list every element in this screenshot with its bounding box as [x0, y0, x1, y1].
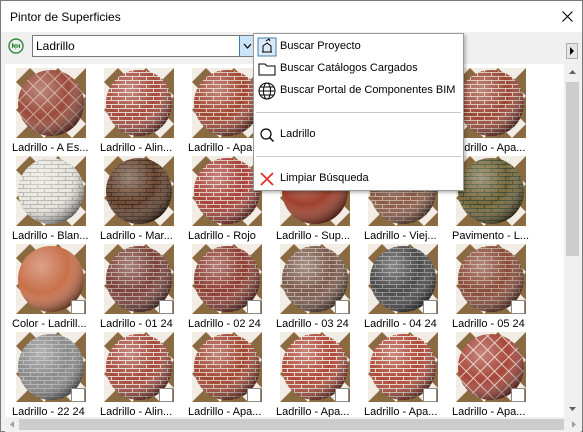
material-label: Ladrillo - Blan... — [12, 230, 89, 242]
material-tile[interactable]: Ladrillo - 03 24 — [273, 244, 359, 330]
search-icon — [260, 128, 274, 142]
material-tile[interactable]: Ladrillo - 01 24 — [97, 244, 183, 330]
surface-painter-window: Pintor de Superficies Ladrillo Ladrillo … — [0, 0, 583, 432]
material-tile[interactable]: Ladrillo - Blan... — [9, 156, 95, 242]
clear-icon — [260, 172, 274, 186]
close-icon — [561, 11, 573, 22]
title-bar: Pintor de Superficies — [1, 1, 582, 32]
material-label: Ladrillo - A Es... — [12, 142, 89, 154]
rename-icon[interactable] — [8, 38, 24, 54]
project-icon — [257, 37, 277, 57]
material-tile[interactable]: Ladrillo - Apa... — [361, 332, 447, 417]
material-tile[interactable]: Ladrillo - Alin... — [97, 332, 183, 417]
material-label: Pavimento - L... — [452, 230, 530, 242]
material-label: Ladrillo - Rojo — [188, 230, 256, 242]
material-badge — [423, 300, 437, 314]
scroll-left-icon[interactable] — [5, 417, 19, 432]
material-tile[interactable]: Ladrillo - 22 24 — [9, 332, 95, 417]
material-label: Ladrillo - 02 24 — [188, 318, 261, 330]
menu-item-label: Buscar Proyecto — [280, 40, 361, 52]
globe-icon — [258, 82, 276, 100]
search-input[interactable] — [33, 36, 238, 56]
material-badge — [335, 388, 349, 402]
material-label: Ladrillo - Mar... — [100, 230, 173, 242]
material-badge — [247, 388, 261, 402]
material-label: Ladrillo - Sup... — [276, 230, 350, 242]
scroll-right-button[interactable] — [566, 43, 578, 59]
material-swatch — [104, 68, 174, 138]
material-label: Ladrillo - 05 24 — [452, 318, 525, 330]
material-tile[interactable]: Ladrillo - Mar... — [97, 156, 183, 242]
material-tile[interactable]: Ladrillo - 04 24 — [361, 244, 447, 330]
menu-separator — [256, 112, 461, 113]
material-tile[interactable]: Ladrillo - 02 24 — [185, 244, 271, 330]
menu-item-search-project[interactable]: Buscar Proyecto — [254, 36, 463, 58]
search-combo[interactable] — [32, 35, 255, 57]
material-badge — [423, 388, 437, 402]
window-title: Pintor de Superficies — [10, 10, 121, 24]
material-label: Ladrillo - Alin... — [100, 142, 173, 154]
search-dropdown-menu: Buscar Proyecto Buscar Catálogos Cargado… — [253, 33, 464, 191]
material-label: Ladrillo - Alin... — [100, 406, 173, 417]
material-swatch — [456, 68, 526, 138]
material-tile[interactable]: Ladrillo - A Es... — [9, 68, 95, 154]
close-button[interactable] — [552, 1, 582, 32]
material-badge — [71, 300, 85, 314]
menu-separator — [256, 156, 461, 157]
material-swatch — [16, 68, 86, 138]
menu-item-label: Limpiar Búsqueda — [280, 172, 369, 184]
scroll-up-icon[interactable] — [564, 64, 581, 81]
material-label: Ladrillo - Apa... — [276, 406, 350, 417]
scroll-down-icon[interactable] — [564, 400, 581, 417]
menu-item-label: Ladrillo — [280, 128, 316, 140]
chevron-right-icon — [570, 47, 574, 55]
material-label: Color - Ladrill... — [12, 318, 87, 330]
material-swatch — [192, 68, 262, 138]
menu-item-search-catalogs[interactable]: Buscar Catálogos Cargados — [254, 58, 463, 80]
folder-icon — [258, 63, 276, 76]
material-label: Ladrillo - 22 24 — [12, 406, 85, 417]
menu-item-label: Buscar Portal de Componentes BIM — [280, 84, 456, 96]
material-badge — [511, 388, 525, 402]
vertical-scrollbar[interactable] — [564, 64, 581, 417]
material-tile[interactable]: Ladrillo - Apa... — [185, 332, 271, 417]
menu-item-search-term[interactable]: Ladrillo — [254, 124, 463, 146]
material-badge — [159, 300, 173, 314]
material-badge — [247, 300, 261, 314]
menu-item-clear-search[interactable]: Limpiar Búsqueda — [254, 168, 463, 190]
material-label: Ladrillo - 03 24 — [276, 318, 349, 330]
search-dropdown-button[interactable] — [239, 36, 254, 56]
horizontal-scroll-thumb[interactable] — [19, 419, 564, 430]
material-tile[interactable]: Ladrillo - Apa... — [449, 332, 535, 417]
material-badge — [511, 300, 525, 314]
material-swatch — [104, 156, 174, 226]
material-label: Ladrillo - Apa... — [364, 406, 438, 417]
material-badge — [159, 388, 173, 402]
material-tile[interactable]: Ladrillo - Apa... — [273, 332, 359, 417]
horizontal-scrollbar[interactable] — [5, 417, 581, 432]
material-tile[interactable]: Ladrillo - Alin... — [97, 68, 183, 154]
material-label: Ladrillo - 04 24 — [364, 318, 437, 330]
material-label: Ladrillo - Apa... — [452, 406, 526, 417]
material-tile[interactable]: Ladrillo - 05 24 — [449, 244, 535, 330]
material-swatch — [16, 156, 86, 226]
material-badge — [71, 388, 85, 402]
material-swatch — [192, 156, 262, 226]
menu-item-label: Buscar Catálogos Cargados — [280, 62, 418, 74]
material-badge — [335, 300, 349, 314]
menu-item-search-bim-portal[interactable]: Buscar Portal de Componentes BIM — [254, 80, 463, 102]
scroll-right-icon[interactable] — [567, 417, 581, 432]
material-label: Ladrillo - 01 24 — [100, 318, 173, 330]
material-label: Ladrillo - Apa... — [188, 406, 262, 417]
material-tile[interactable]: Color - Ladrill... — [9, 244, 95, 330]
vertical-scroll-thumb[interactable] — [566, 82, 579, 256]
material-swatch — [456, 156, 526, 226]
material-label: Ladrillo - Viej... — [364, 230, 437, 242]
